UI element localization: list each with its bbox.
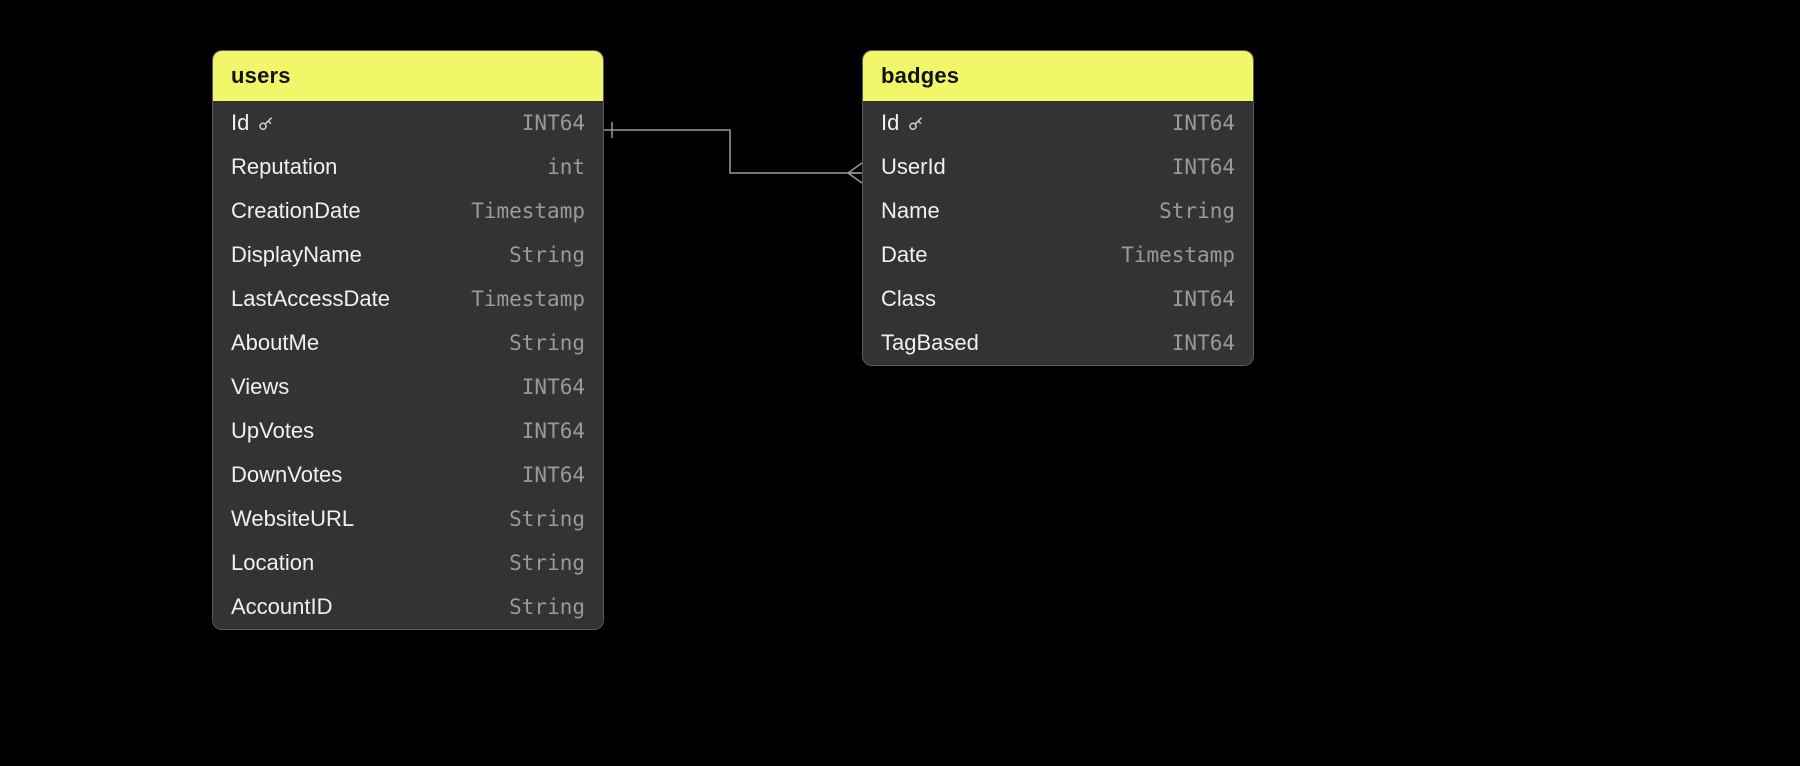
- column-name: Views: [231, 374, 289, 400]
- column-row[interactable]: Reputation int: [213, 145, 603, 189]
- column-name: Name: [881, 198, 940, 224]
- column-name: TagBased: [881, 330, 979, 356]
- column-row[interactable]: CreationDate Timestamp: [213, 189, 603, 233]
- column-type: Timestamp: [471, 199, 585, 223]
- column-type: INT64: [522, 111, 585, 135]
- primary-key-icon: [257, 110, 275, 136]
- column-row[interactable]: DisplayName String: [213, 233, 603, 277]
- column-name: Date: [881, 242, 927, 268]
- column-row[interactable]: DownVotes INT64: [213, 453, 603, 497]
- column-type: INT64: [1172, 155, 1235, 179]
- column-row[interactable]: Id INT64: [213, 101, 603, 145]
- column-name-text: UpVotes: [231, 418, 314, 444]
- column-name: DownVotes: [231, 462, 342, 488]
- column-row[interactable]: Name String: [863, 189, 1253, 233]
- column-name: LastAccessDate: [231, 286, 390, 312]
- column-row[interactable]: Views INT64: [213, 365, 603, 409]
- column-type: String: [509, 331, 585, 355]
- column-row[interactable]: AccountID String: [213, 585, 603, 629]
- column-name-text: WebsiteURL: [231, 506, 354, 532]
- table-users-header: users: [213, 51, 603, 101]
- column-row[interactable]: Date Timestamp: [863, 233, 1253, 277]
- column-type: int: [547, 155, 585, 179]
- column-name-text: Class: [881, 286, 936, 312]
- column-row[interactable]: AboutMe String: [213, 321, 603, 365]
- column-type: INT64: [1172, 287, 1235, 311]
- column-row[interactable]: Location String: [213, 541, 603, 585]
- column-name-text: DisplayName: [231, 242, 362, 268]
- column-type: String: [1159, 199, 1235, 223]
- table-users-body: Id INT64 Reputation int CreationDate Timestam…: [213, 101, 603, 629]
- column-row[interactable]: WebsiteURL String: [213, 497, 603, 541]
- column-name-text: Date: [881, 242, 927, 268]
- column-type: String: [509, 507, 585, 531]
- table-badges[interactable]: badges Id INT64 UserId INT64 Name String Date T…: [862, 50, 1254, 366]
- column-name: Location: [231, 550, 314, 576]
- column-name-text: DownVotes: [231, 462, 342, 488]
- column-type: String: [509, 595, 585, 619]
- er-diagram-canvas: { "tables": { "users": { "title": "users…: [0, 0, 1800, 766]
- column-name-text: Reputation: [231, 154, 337, 180]
- column-name-text: UserId: [881, 154, 946, 180]
- column-row[interactable]: UpVotes INT64: [213, 409, 603, 453]
- column-type: Timestamp: [471, 287, 585, 311]
- column-name-text: Location: [231, 550, 314, 576]
- table-users[interactable]: users Id INT64 Reputation int CreationDate Ti…: [212, 50, 604, 630]
- column-name-text: Views: [231, 374, 289, 400]
- column-name-text: AccountID: [231, 594, 333, 620]
- column-row[interactable]: TagBased INT64: [863, 321, 1253, 365]
- column-name-text: Name: [881, 198, 940, 224]
- column-type: INT64: [522, 375, 585, 399]
- column-name-text: CreationDate: [231, 198, 361, 224]
- column-type: INT64: [522, 463, 585, 487]
- column-type: String: [509, 551, 585, 575]
- column-name: Class: [881, 286, 936, 312]
- column-type: INT64: [522, 419, 585, 443]
- column-name-text: TagBased: [881, 330, 979, 356]
- column-name: AboutMe: [231, 330, 319, 356]
- table-badges-body: Id INT64 UserId INT64 Name String Date Timestam…: [863, 101, 1253, 365]
- column-type: INT64: [1172, 331, 1235, 355]
- primary-key-icon: [907, 110, 925, 136]
- column-row[interactable]: Id INT64: [863, 101, 1253, 145]
- column-name: AccountID: [231, 594, 333, 620]
- column-name: DisplayName: [231, 242, 362, 268]
- column-name: WebsiteURL: [231, 506, 354, 532]
- table-badges-title: badges: [881, 63, 959, 88]
- table-users-title: users: [231, 63, 291, 88]
- column-type: Timestamp: [1121, 243, 1235, 267]
- column-name: UpVotes: [231, 418, 314, 444]
- column-name-text: AboutMe: [231, 330, 319, 356]
- column-row[interactable]: UserId INT64: [863, 145, 1253, 189]
- column-row[interactable]: Class INT64: [863, 277, 1253, 321]
- column-name: Id: [881, 110, 925, 136]
- column-row[interactable]: LastAccessDate Timestamp: [213, 277, 603, 321]
- column-name: Reputation: [231, 154, 337, 180]
- column-name: CreationDate: [231, 198, 361, 224]
- table-badges-header: badges: [863, 51, 1253, 101]
- column-name-text: LastAccessDate: [231, 286, 390, 312]
- column-type: String: [509, 243, 585, 267]
- column-name: Id: [231, 110, 275, 136]
- column-name-text: Id: [881, 110, 899, 136]
- column-name: UserId: [881, 154, 946, 180]
- column-name-text: Id: [231, 110, 249, 136]
- column-type: INT64: [1172, 111, 1235, 135]
